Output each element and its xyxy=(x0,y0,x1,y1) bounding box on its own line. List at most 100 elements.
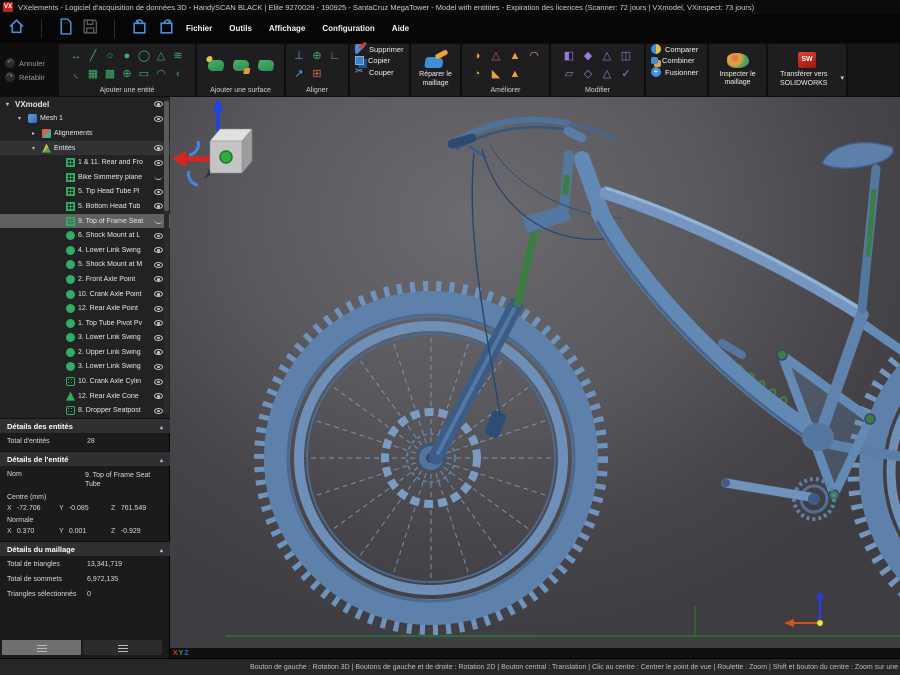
modify-icon[interactable]: ◫ xyxy=(621,51,631,62)
menu-item[interactable]: Affichage xyxy=(269,24,305,33)
combine-button[interactable]: Combiner xyxy=(651,56,707,65)
add-surface-icon[interactable] xyxy=(231,60,249,71)
add-entity-icon[interactable]: ╱ xyxy=(90,51,97,62)
collapse-icon[interactable] xyxy=(160,422,163,431)
tree-item[interactable]: 5. Bottom Head Tub xyxy=(0,199,170,214)
mesh-details-header[interactable]: Détails du maillage xyxy=(0,541,170,556)
tree-item[interactable]: 1 & 11. Rear and Fro xyxy=(0,155,170,170)
menu-item[interactable]: Outils xyxy=(229,24,252,33)
visibility-eye-icon[interactable] xyxy=(154,247,163,253)
add-entity-icon[interactable]: ◠ xyxy=(156,69,166,80)
visibility-eye-icon[interactable] xyxy=(154,160,163,166)
improve-icon[interactable]: ◔ xyxy=(474,69,481,80)
improve-icon[interactable]: ◠ xyxy=(529,51,539,62)
menu-item[interactable]: Aide xyxy=(392,24,409,33)
visibility-eye-icon[interactable] xyxy=(154,101,163,107)
tree-chevron-icon[interactable] xyxy=(18,115,27,122)
menu-item[interactable]: Fichier xyxy=(186,24,212,33)
improve-icon[interactable]: ▲ xyxy=(510,51,521,62)
add-entity-icon[interactable]: △ xyxy=(157,51,165,62)
visibility-eye-icon[interactable] xyxy=(154,335,163,341)
import-session-button[interactable] xyxy=(131,18,149,40)
visibility-eye-icon[interactable] xyxy=(154,393,163,399)
tree-item[interactable]: Mesh 1 xyxy=(0,112,170,127)
tree-item[interactable]: 2. Upper Link Swing xyxy=(0,345,170,360)
visibility-eye-icon[interactable] xyxy=(154,218,163,224)
align-icon[interactable]: ⊕ xyxy=(312,51,321,62)
tree-item[interactable]: 2. Front Axle Point xyxy=(0,272,170,287)
tree-item[interactable]: 12. Rear Axle Cone xyxy=(0,389,170,404)
bike-model-3d[interactable] xyxy=(170,97,900,648)
add-entity-icon[interactable]: ▭ xyxy=(139,69,149,80)
add-surface-icon[interactable] xyxy=(206,60,224,71)
new-session-button[interactable] xyxy=(58,18,73,40)
add-surface-icon[interactable] xyxy=(256,60,274,71)
align-icon[interactable]: ⊥ xyxy=(294,51,304,62)
tree-item[interactable]: 3. Lower Link Swing xyxy=(0,331,170,346)
improve-icon[interactable]: △ xyxy=(492,51,500,62)
add-entity-icon[interactable]: ○ xyxy=(107,51,114,62)
visibility-eye-icon[interactable] xyxy=(154,116,163,122)
redo-button[interactable]: ↷Rétablir xyxy=(5,72,57,82)
entities-details-header[interactable]: Détails des entités xyxy=(0,418,170,433)
tree-item[interactable]: 6. Shock Mount at L xyxy=(0,228,170,243)
tree-item[interactable]: 3. Lower Link Swing xyxy=(0,360,170,375)
3d-viewport[interactable] xyxy=(170,97,900,648)
visibility-eye-icon[interactable] xyxy=(154,145,163,151)
tree-item[interactable]: 9. Top of Frame Seat xyxy=(0,214,170,229)
copy-button[interactable]: Copier xyxy=(355,56,409,65)
add-entity-icon[interactable]: ◟ xyxy=(74,69,78,80)
align-icon[interactable]: ∟ xyxy=(330,51,341,62)
tree-item[interactable]: 10. Crank Axle Point xyxy=(0,287,170,302)
visibility-eye-icon[interactable] xyxy=(154,379,163,385)
undo-button[interactable]: ↶Annuler xyxy=(5,58,57,68)
improve-icon[interactable]: ◑ xyxy=(474,51,481,62)
inspect-mesh-button[interactable]: Inspecter le maillage xyxy=(709,44,766,96)
add-entity-icon[interactable]: ‹ xyxy=(176,69,180,80)
improve-icon[interactable]: ▲ xyxy=(510,69,521,80)
modify-icon[interactable]: △ xyxy=(603,69,611,80)
tree-chevron-icon[interactable] xyxy=(6,101,15,108)
align-icon[interactable]: ↗ xyxy=(294,69,303,80)
export-session-button[interactable] xyxy=(158,18,176,40)
modify-icon[interactable]: ✓ xyxy=(621,69,630,80)
tree-item[interactable]: 8. Dropper Seatpost xyxy=(0,403,170,418)
add-entity-icon[interactable]: ◯ xyxy=(138,51,150,62)
modify-icon[interactable]: ▱ xyxy=(565,69,573,80)
axis-z-label[interactable]: Z xyxy=(184,650,188,657)
axis-y-label[interactable]: Y xyxy=(179,650,184,657)
navigation-cube[interactable] xyxy=(170,97,260,192)
tree-item[interactable]: Entités xyxy=(0,141,170,156)
tree-chevron-icon[interactable] xyxy=(32,130,41,137)
detail-view-button[interactable] xyxy=(83,640,162,655)
visibility-eye-icon[interactable] xyxy=(154,174,163,180)
menu-item[interactable]: Configuration xyxy=(322,24,374,33)
visibility-eye-icon[interactable] xyxy=(154,349,163,355)
visibility-eye-icon[interactable] xyxy=(154,233,163,239)
visibility-eye-icon[interactable] xyxy=(154,276,163,282)
visibility-eye-icon[interactable] xyxy=(154,262,163,268)
modify-icon[interactable]: ◆ xyxy=(584,51,592,62)
axis-x-label[interactable]: X xyxy=(173,650,178,657)
tree-item[interactable]: 5. Shock Mount at M xyxy=(0,258,170,273)
transfer-solidworks-button[interactable]: SW Transférer vers SOLIDWORKS xyxy=(768,44,846,96)
home-button[interactable] xyxy=(8,18,25,40)
save-session-button[interactable] xyxy=(82,18,98,40)
collapse-icon[interactable] xyxy=(160,545,163,554)
add-entity-icon[interactable]: ● xyxy=(124,51,131,62)
tree-item[interactable]: 5. Tip Head Tube Pl xyxy=(0,185,170,200)
visibility-eye-icon[interactable] xyxy=(154,364,163,370)
delete-button[interactable]: Supprimer xyxy=(355,44,409,54)
add-entity-icon[interactable]: ⊕ xyxy=(122,69,131,80)
repair-mesh-button[interactable]: Réparer le maillage xyxy=(411,44,460,96)
modify-icon[interactable]: ◇ xyxy=(584,69,592,80)
improve-icon[interactable]: ◣ xyxy=(492,69,500,80)
add-entity-icon[interactable]: ▦ xyxy=(88,69,98,80)
visibility-eye-icon[interactable] xyxy=(154,291,163,297)
tree-item[interactable]: 12. Rear Axle Point xyxy=(0,301,170,316)
visibility-eye-icon[interactable] xyxy=(154,189,163,195)
add-entity-icon[interactable]: ≋ xyxy=(173,51,182,62)
tree-item[interactable]: Bike Simmetry plane xyxy=(0,170,170,185)
cut-button[interactable]: ✂Couper xyxy=(355,67,409,77)
visibility-eye-icon[interactable] xyxy=(154,408,163,414)
